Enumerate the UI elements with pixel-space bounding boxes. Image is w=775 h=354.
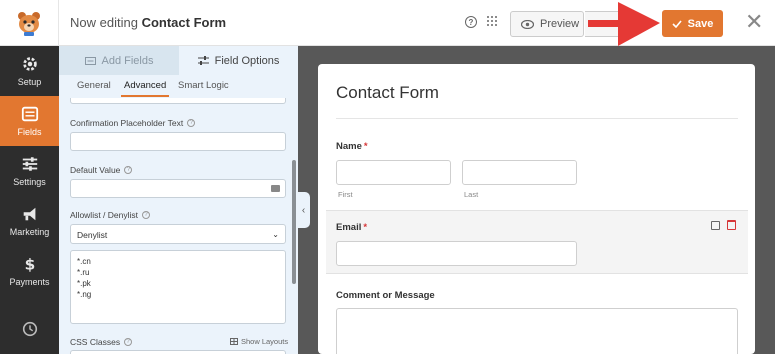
help-icon[interactable]: ? bbox=[124, 166, 133, 174]
allowlist-selected: Denylist bbox=[77, 230, 108, 240]
default-value-input[interactable] bbox=[70, 179, 286, 198]
wpforms-logo bbox=[0, 0, 59, 46]
css-classes-input[interactable] bbox=[70, 350, 286, 354]
name-label[interactable]: Name * bbox=[336, 141, 368, 152]
sliders-icon bbox=[197, 56, 209, 65]
help-icon[interactable]: ? bbox=[124, 338, 133, 346]
default-value-label: Default Value ? bbox=[70, 165, 133, 175]
rail-item-revisions[interactable] bbox=[0, 304, 59, 354]
allowlist-label: Allowlist / Denylist ? bbox=[70, 210, 151, 220]
email-input[interactable] bbox=[336, 241, 577, 266]
denylist-textarea[interactable]: *.cn *.ru *.pk *.ng bbox=[70, 250, 286, 324]
editing-title: Now editing Contact Form bbox=[70, 15, 226, 30]
previous-field-input[interactable] bbox=[70, 98, 286, 104]
deny-entry: *.cn bbox=[77, 257, 91, 266]
field-options-subtabs: General Advanced Smart Logic bbox=[59, 75, 298, 97]
preview-button[interactable]: Preview bbox=[510, 11, 584, 37]
eye-icon bbox=[521, 19, 534, 29]
css-classes-label: CSS Classes ? bbox=[70, 337, 133, 347]
panel-scrollbar[interactable] bbox=[292, 160, 296, 284]
last-sublabel: Last bbox=[464, 190, 479, 199]
form-title: Contact Form bbox=[336, 83, 439, 102]
chevron-left-icon: ‹ bbox=[301, 204, 306, 216]
rail-item-payments[interactable]: $ Payments bbox=[0, 246, 59, 296]
rail-label-settings: Settings bbox=[13, 177, 46, 187]
smart-tags-icon[interactable] bbox=[271, 185, 280, 192]
rail-label-setup: Setup bbox=[17, 77, 42, 87]
save-label: Save bbox=[687, 17, 714, 30]
help-icon[interactable]: ? bbox=[187, 119, 196, 127]
dollar-icon: $ bbox=[24, 255, 35, 273]
collapse-panel-handle[interactable]: ‹ bbox=[297, 192, 310, 228]
arrow-annotation-icon bbox=[588, 2, 660, 46]
close-icon[interactable]: ✕ bbox=[745, 11, 763, 33]
confirmation-placeholder-label-text: Confirmation Placeholder Text bbox=[70, 118, 184, 128]
name-label-text: Name bbox=[336, 141, 362, 152]
preview-label: Preview bbox=[540, 18, 580, 30]
save-button[interactable]: Save bbox=[662, 10, 723, 37]
sliders-icon bbox=[22, 157, 37, 171]
first-sublabel: First bbox=[338, 190, 353, 199]
duplicate-icon[interactable] bbox=[711, 221, 720, 230]
rail-label-fields: Fields bbox=[17, 127, 42, 137]
default-value-label-text: Default Value bbox=[70, 165, 121, 175]
css-classes-label-text: CSS Classes bbox=[70, 337, 121, 347]
tab-add-fields[interactable]: Add Fields bbox=[59, 46, 179, 75]
megaphone-icon bbox=[23, 207, 35, 221]
email-label-text: Email bbox=[336, 222, 362, 233]
deny-entry: *.pk bbox=[77, 279, 91, 288]
subtab-advanced[interactable]: Advanced bbox=[120, 80, 170, 97]
trash-icon[interactable] bbox=[727, 220, 736, 230]
layout-icon bbox=[230, 338, 238, 345]
last-name-input[interactable] bbox=[462, 160, 577, 185]
allowlist-select[interactable]: Denylist ⌄ bbox=[70, 224, 286, 244]
fields-icon bbox=[21, 106, 38, 122]
tab-field-options[interactable]: Field Options bbox=[179, 46, 298, 75]
rail-label-marketing: Marketing bbox=[9, 227, 50, 237]
svg-text:$: $ bbox=[24, 255, 35, 273]
gear-icon bbox=[22, 57, 37, 71]
comment-textarea[interactable] bbox=[336, 308, 738, 354]
comment-label[interactable]: Comment or Message bbox=[336, 290, 435, 301]
confirmation-placeholder-input[interactable] bbox=[70, 132, 286, 151]
field-options-panel: Add Fields Field Options General Advance… bbox=[59, 46, 298, 354]
rail-item-settings[interactable]: Settings bbox=[0, 146, 59, 196]
show-layouts-label: Show Layouts bbox=[241, 337, 289, 346]
subtab-general[interactable]: General bbox=[77, 80, 111, 91]
rail-item-marketing[interactable]: Marketing bbox=[0, 196, 59, 246]
first-name-input[interactable] bbox=[336, 160, 451, 185]
confirmation-placeholder-label: Confirmation Placeholder Text ? bbox=[70, 118, 196, 128]
deny-entry: *.ng bbox=[77, 290, 92, 299]
rail-item-fields[interactable]: Fields bbox=[0, 96, 59, 146]
required-mark: * bbox=[363, 222, 368, 233]
form-name: Contact Form bbox=[141, 15, 227, 30]
email-label[interactable]: Email * bbox=[336, 222, 367, 233]
divider bbox=[336, 118, 738, 119]
panel-tabs: Add Fields Field Options bbox=[59, 46, 298, 75]
show-layouts-link[interactable]: Show Layouts bbox=[230, 337, 288, 346]
rail-item-setup[interactable]: Setup bbox=[0, 46, 59, 96]
history-icon bbox=[22, 321, 37, 337]
list-icon bbox=[84, 56, 96, 65]
bear-logo-icon bbox=[18, 12, 40, 36]
tab-add-fields-label: Add Fields bbox=[101, 54, 154, 67]
allowlist-label-text: Allowlist / Denylist bbox=[70, 210, 139, 220]
grid-icon[interactable] bbox=[487, 16, 499, 28]
help-icon[interactable]: ? bbox=[465, 16, 477, 28]
check-icon bbox=[672, 19, 682, 28]
deny-entry: *.ru bbox=[77, 268, 90, 277]
chevron-down-icon: ⌄ bbox=[272, 230, 279, 239]
required-mark: * bbox=[363, 141, 368, 152]
subtab-smart-logic[interactable]: Smart Logic bbox=[178, 80, 229, 91]
editing-prefix: Now editing bbox=[70, 15, 138, 30]
tab-field-options-label: Field Options bbox=[214, 54, 280, 67]
rail-label-payments: Payments bbox=[9, 277, 50, 287]
help-icon[interactable]: ? bbox=[142, 211, 151, 219]
left-rail: Setup Fields Settings Marketing $ Paymen… bbox=[0, 46, 59, 354]
